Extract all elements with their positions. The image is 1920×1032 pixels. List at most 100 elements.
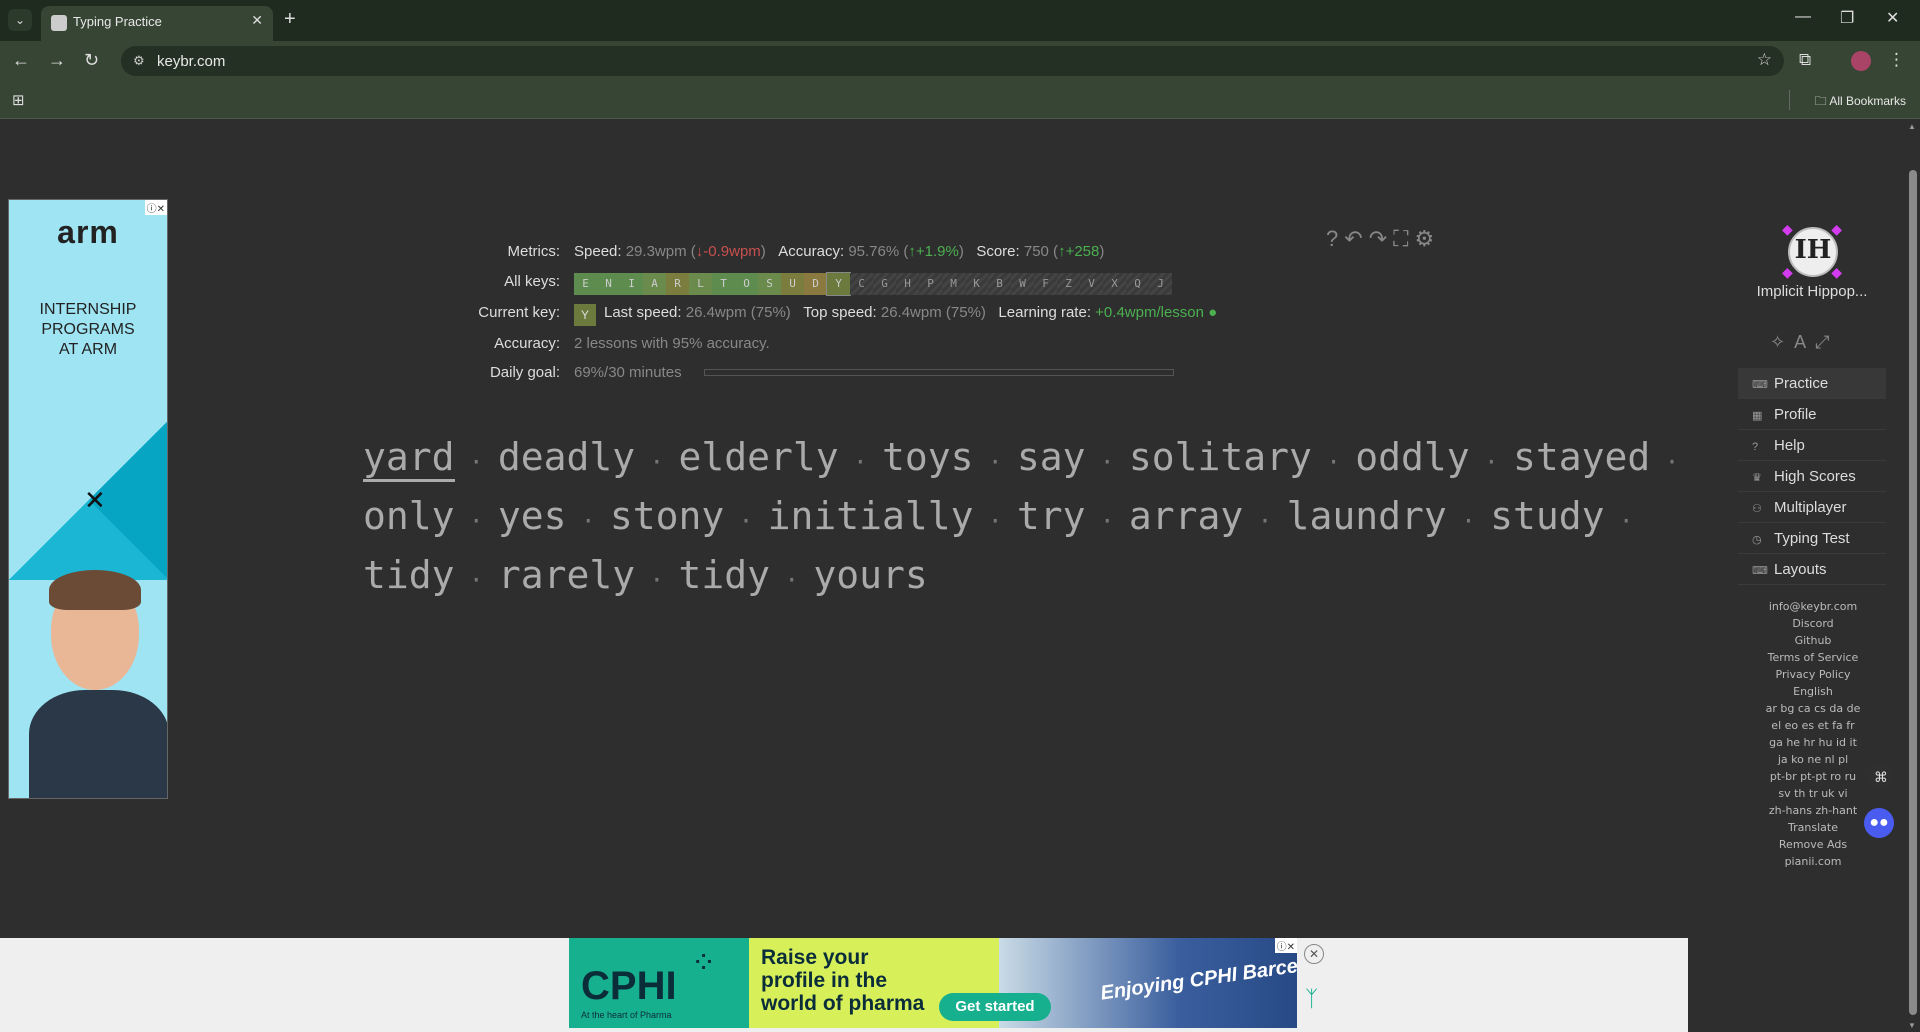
typing-word: elderly	[678, 435, 839, 479]
ad-cta-button[interactable]: Get started	[939, 993, 1051, 1021]
scrollbar-thumb[interactable]	[1909, 170, 1917, 1015]
site-info-icon[interactable]: ⚙	[133, 53, 145, 69]
undo-icon[interactable]: ↶	[1344, 226, 1368, 251]
footer-link[interactable]: info@keybr.com	[1748, 598, 1878, 615]
typing-word: initially	[767, 494, 974, 538]
keyboard-keys-strip: ENIARLTOSUDYCGHPMKBWFZVXQJ	[574, 272, 1172, 296]
menu-item-icon: ⌨	[1752, 379, 1768, 391]
footer-link[interactable]: Terms of Service	[1748, 649, 1878, 666]
accuracy-row-label: Accuracy:	[494, 335, 560, 352]
footer-link[interactable]: Github	[1748, 632, 1878, 649]
username[interactable]: Implicit Hippop...	[1744, 283, 1880, 300]
font-size-icon[interactable]: A	[1794, 332, 1815, 352]
typing-word: only	[363, 494, 455, 538]
footer-link[interactable]: Remove Ads	[1748, 836, 1878, 853]
user-avatar[interactable]: IH ◆ ◆ ◆ ◆	[1782, 221, 1842, 281]
all-bookmarks-button[interactable]: 🗀 All Bookmarks	[1815, 92, 1906, 113]
top-speed-value: 26.4wpm (75%)	[880, 304, 986, 321]
key-locked: W	[1011, 273, 1034, 295]
footer-link[interactable]: Discord	[1748, 615, 1878, 632]
key-unlocked: Y	[826, 272, 851, 296]
footer-link[interactable]: pianii.com	[1748, 853, 1878, 870]
ad-copy-line: INTERNSHIP	[39, 301, 137, 318]
expand-icon[interactable]: ⤢	[1815, 332, 1838, 352]
sidebar-item-layouts[interactable]: ⌨ Layouts	[1738, 554, 1886, 585]
ad-network-logo-icon[interactable]: ᛉ	[1305, 986, 1318, 1012]
metrics-values: Speed: 29.3wpm (↓-0.9wpm) Accuracy: 95.7…	[574, 243, 1105, 260]
redo-icon[interactable]: ↷	[1369, 226, 1393, 251]
footer-link[interactable]: el eo es et fa fr	[1748, 717, 1878, 734]
back-icon[interactable]: ←	[12, 50, 30, 71]
settings-gear-icon[interactable]: ⚙	[1415, 226, 1441, 251]
ad-person-photo	[29, 560, 167, 798]
metrics-row: Metrics: Speed: 29.3wpm (↓-0.9wpm) Accur…	[420, 243, 1320, 269]
browser-toolbar: ← → ↻ ⚙ keybr.com ☆ ⧉ ⋮	[0, 41, 1920, 81]
left-ad-banner[interactable]: ⓘ✕ arm INTERNSHIP PROGRAMS AT ARM ✕	[8, 199, 168, 799]
sidebar-item-multiplayer[interactable]: ⚇ Multiplayer	[1738, 492, 1886, 523]
speed-label: Speed:	[574, 243, 622, 260]
minimize-icon[interactable]: —	[1795, 8, 1811, 26]
url-text[interactable]: keybr.com	[157, 53, 225, 70]
address-bar[interactable]: ⚙ keybr.com ☆	[121, 46, 1784, 76]
typing-text-area[interactable]: yard · deadly · elderly · toys · say · s…	[363, 430, 1679, 607]
ad-brand: CPHI	[581, 964, 677, 1008]
space-dot: ·	[973, 448, 1017, 476]
menu-item-icon: ⌨	[1752, 565, 1768, 577]
key-locked: P	[919, 273, 942, 295]
forward-icon[interactable]: →	[48, 50, 66, 71]
current-key-stats: Last speed: 26.4wpm (75%) Top speed: 26.…	[604, 304, 1217, 321]
ad-choices-icon[interactable]: ⓘ✕	[144, 200, 167, 215]
scroll-down-arrow-icon[interactable]: ▼	[1908, 1021, 1916, 1030]
sidebar-item-high-scores[interactable]: ♛ High Scores	[1738, 461, 1886, 492]
window-close-icon[interactable]: ✕	[1886, 8, 1899, 28]
space-dot: ·	[1446, 507, 1491, 535]
typing-line: only · yes · stony · initially · try · a…	[363, 489, 1633, 548]
key-unlocked: T	[712, 273, 735, 295]
footer-link[interactable]: Translate	[1748, 819, 1878, 836]
footer-link[interactable]: ga he hr hu id it	[1748, 734, 1878, 751]
learning-rate-status-icon: ●	[1208, 304, 1218, 321]
floating-widget-icon[interactable]: ⌘	[1868, 764, 1894, 790]
new-tab-button[interactable]: +	[284, 8, 296, 31]
space-dot: ·	[454, 448, 498, 476]
footer-link[interactable]: zh-hans zh-hant	[1748, 802, 1878, 819]
footer-link[interactable]: Privacy Policy	[1748, 666, 1878, 683]
chrome-menu-icon[interactable]: ⋮	[1888, 50, 1905, 70]
key-locked: Q	[1126, 273, 1149, 295]
accuracy-delta: ↑+1.9%	[908, 243, 959, 260]
sidebar-item-practice[interactable]: ⌨ Practice	[1738, 368, 1886, 399]
extensions-icon[interactable]: ⧉	[1799, 50, 1811, 70]
footer-link[interactable]: English	[1748, 683, 1878, 700]
sidebar-item-profile[interactable]: ▦ Profile	[1738, 399, 1886, 430]
help-icon[interactable]: ?	[1326, 226, 1344, 251]
browser-profile-avatar[interactable]	[1851, 51, 1871, 71]
ad-copy-line: AT ARM	[58, 341, 118, 358]
daily-goal-progress-bar	[704, 369, 1174, 376]
footer-link[interactable]: ja ko ne nl pl	[1748, 751, 1878, 768]
space-dot: ·	[973, 507, 1017, 535]
typing-word: yours	[813, 553, 928, 597]
reload-icon[interactable]: ↻	[84, 50, 99, 71]
tab-close-icon[interactable]: ✕	[251, 12, 263, 29]
sidebar-tool-icons: ✧A⤢	[1770, 332, 1839, 353]
page-scrollbar[interactable]: ▲ ▼	[1906, 120, 1920, 1032]
fullscreen-icon[interactable]: ⛶	[1393, 226, 1414, 251]
ad-choices-icon[interactable]: ⓘ✕	[1274, 938, 1297, 953]
tab-search-button[interactable]: ⌄	[8, 9, 32, 31]
sidebar-item-help[interactable]: ? Help	[1738, 430, 1886, 461]
ad-close-icon[interactable]: ✕	[1304, 944, 1324, 964]
scroll-up-arrow-icon[interactable]: ▲	[1908, 122, 1916, 131]
browser-tab[interactable]: Typing Practice ✕	[41, 6, 273, 41]
footer-link[interactable]: sv th tr uk vi	[1748, 785, 1878, 802]
speed-value: 29.3wpm	[625, 243, 687, 260]
bookmark-star-icon[interactable]: ☆	[1757, 50, 1772, 70]
footer-link[interactable]: ar bg ca cs da de	[1748, 700, 1878, 717]
sidebar-item-typing-test[interactable]: ◷ Typing Test	[1738, 523, 1886, 554]
bottom-ad-banner[interactable]: CPHI ⁘ At the heart of Pharma Raise your…	[569, 938, 1297, 1028]
typing-word: laundry	[1286, 494, 1447, 538]
restore-icon[interactable]: ❐	[1840, 8, 1854, 28]
footer-link[interactable]: pt-br pt-pt ro ru	[1748, 768, 1878, 785]
magic-wand-icon[interactable]: ✧	[1770, 332, 1794, 352]
apps-grid-icon[interactable]: ⊞	[12, 91, 25, 109]
chat-assistant-icon[interactable]: ●●	[1864, 808, 1894, 838]
